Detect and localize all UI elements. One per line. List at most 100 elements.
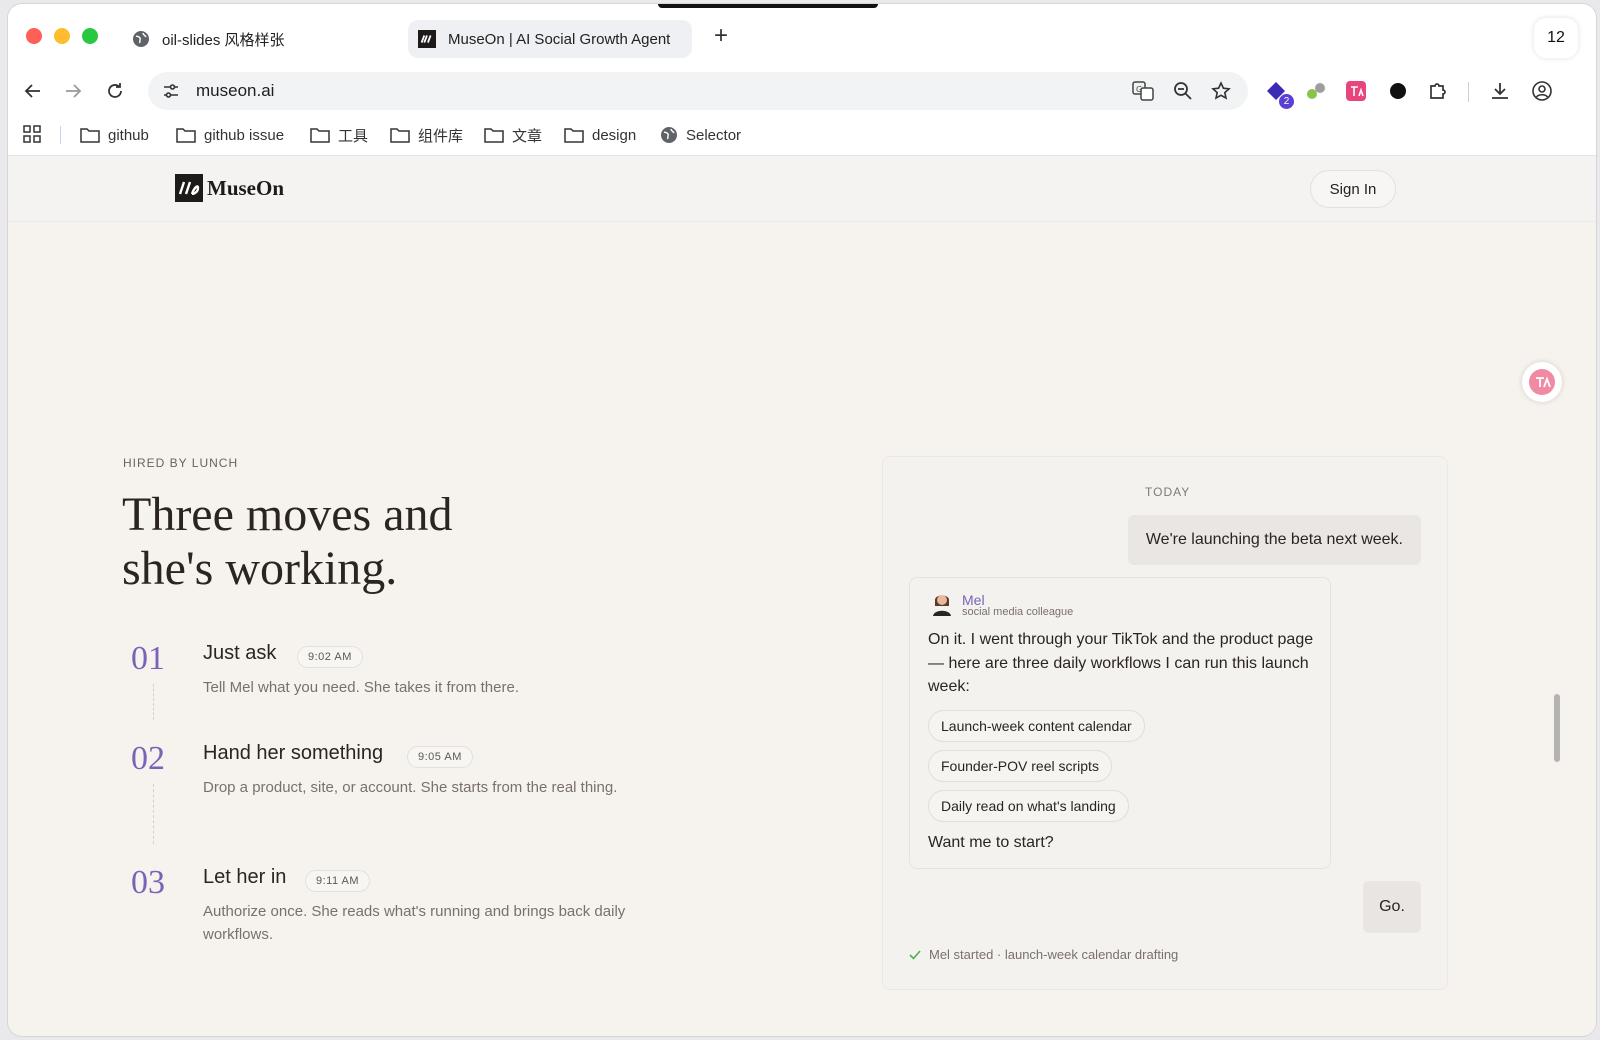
extensions-puzzle-icon[interactable] (1426, 79, 1450, 103)
floating-translate-button[interactable] (1522, 362, 1562, 402)
folder-icon (390, 128, 410, 143)
agent-status: Mel started · launch-week calendar draft… (909, 947, 1178, 962)
headline-line-2: she's working. (122, 542, 398, 595)
bookmark-label: design (592, 126, 637, 144)
step-time-badge: 9:11 AM (305, 870, 371, 892)
chat-day-label: TODAY (1145, 485, 1191, 499)
step-time-badge: 9:02 AM (297, 646, 363, 668)
forward-button[interactable] (60, 78, 86, 104)
globe-icon (661, 127, 677, 143)
minimize-window-button[interactable] (54, 28, 70, 44)
toolbar-divider (1468, 82, 1469, 102)
bookmarks-divider (60, 126, 61, 144)
agent-role: social media colleague (962, 606, 1074, 618)
step-number: 03 (131, 864, 165, 901)
user-message-bubble: We're launching the beta next week. (1127, 515, 1421, 565)
bookmark-label: github issue (204, 126, 285, 144)
folder-icon (564, 128, 584, 143)
workflow-chip-reel-scripts[interactable]: Founder-POV reel scripts (928, 750, 1112, 782)
step-title: Just ask (203, 642, 277, 664)
zoom-icon[interactable] (1172, 80, 1194, 102)
profile-icon[interactable] (1530, 79, 1554, 103)
step-description: Authorize once. She reads what's running… (203, 903, 626, 943)
step-title: Let her in (203, 866, 287, 888)
reply-go-bubble: Go. (1363, 881, 1421, 933)
bookmark-github-issue[interactable]: github issue (176, 122, 284, 148)
bookmark-label: Selector (686, 126, 742, 144)
check-icon (909, 949, 921, 960)
sign-in-button[interactable]: Sign In (1310, 170, 1396, 208)
extension-puzzle-green-icon[interactable] (1304, 79, 1328, 103)
arrow-left-icon (24, 84, 40, 98)
agent-message-text: On it. I went through your TikTok and th… (928, 631, 1314, 695)
address-bar[interactable]: museon.ai G (148, 72, 1248, 110)
bookmarks-bar: github github issue 工具 组件库 文章 design Sel… (8, 114, 1596, 156)
museon-favicon-icon (418, 30, 436, 48)
apps-grid-icon[interactable] (22, 124, 44, 146)
back-button[interactable] (20, 78, 46, 104)
maximize-window-button[interactable] (82, 28, 98, 44)
site-settings-icon[interactable] (160, 80, 182, 102)
step-description: Tell Mel what you need. She takes it fro… (203, 679, 519, 696)
step-title: Hand her something (203, 742, 384, 764)
bookmark-components[interactable]: 组件库 (390, 122, 463, 148)
step-connector (153, 784, 154, 844)
museon-logo-icon (175, 174, 203, 202)
folder-icon (310, 128, 330, 143)
site-header: MuseOn Sign In (8, 156, 1596, 222)
svg-text:G: G (1136, 85, 1142, 94)
workflow-chip-calendar[interactable]: Launch-week content calendar (928, 710, 1145, 742)
step-time-badge: 9:05 AM (407, 746, 473, 768)
hero-headline: Three moves and she's working. (122, 488, 682, 596)
folder-icon (176, 128, 196, 143)
bookmark-label: 工具 (338, 127, 369, 145)
browser-toolbar: museon.ai G 2 (8, 68, 1596, 114)
tab-title: oil-slides 风格样张 (162, 31, 285, 49)
extension-diamond-icon[interactable]: 2 (1264, 79, 1294, 109)
bookmark-star-icon[interactable] (1210, 80, 1232, 102)
agent-status-text: Mel started · launch-week calendar draft… (929, 947, 1179, 962)
extension-badge: 2 (1279, 94, 1294, 109)
step-description: Drop a product, site, or account. She st… (203, 779, 618, 796)
folder-icon (80, 128, 100, 143)
arrow-right-icon (66, 84, 82, 98)
bookmark-label: 文章 (512, 127, 543, 145)
browser-window: oil-slides 风格样张 MuseOn | AI Social Growt… (8, 4, 1596, 1036)
page-scrollbar[interactable] (1554, 694, 1560, 762)
close-window-button[interactable] (26, 28, 42, 44)
tab-title: MuseOn | AI Social Growth Agent (448, 30, 671, 48)
hero-eyebrow: HIRED BY LUNCH (123, 456, 239, 470)
bookmark-github[interactable]: github (80, 122, 149, 148)
agent-question: Want me to start? (928, 834, 1054, 851)
url-text[interactable]: museon.ai (196, 81, 274, 101)
reload-button[interactable] (102, 78, 128, 104)
tab-count-badge[interactable]: 12 (1534, 18, 1578, 58)
bookmark-design[interactable]: design (564, 122, 636, 148)
agent-message-card: Mel social media colleague On it. I went… (909, 577, 1331, 869)
bookmark-label: 组件库 (418, 127, 464, 145)
chat-demo-card: TODAY We're launching the beta next week… (882, 456, 1448, 990)
mel-avatar (930, 590, 954, 616)
bookmark-articles[interactable]: 文章 (484, 122, 542, 148)
new-tab-button[interactable]: + (708, 24, 734, 50)
headline-line-1: Three moves and (122, 488, 453, 541)
site-logo[interactable]: MuseOn (175, 174, 284, 202)
download-icon[interactable] (1488, 79, 1512, 103)
globe-icon (132, 30, 150, 48)
bookmark-tools[interactable]: 工具 (310, 122, 368, 148)
translate-icon[interactable]: G (1132, 80, 1154, 102)
workflow-chip-daily-read[interactable]: Daily read on what's landing (928, 790, 1129, 822)
step-number: 02 (131, 740, 165, 777)
page-content: MuseOn Sign In HIRED BY LUNCH Three move… (8, 156, 1596, 1036)
bookmark-label: github (108, 126, 149, 144)
tab-oil-slides[interactable]: oil-slides 风格样张 (122, 20, 402, 58)
extension-translate-pink-icon[interactable] (1344, 79, 1368, 103)
extension-dot-icon[interactable] (1386, 79, 1410, 103)
logo-text: MuseOn (207, 175, 285, 200)
bookmark-selector[interactable]: Selector (660, 122, 741, 148)
tab-museon[interactable]: MuseOn | AI Social Growth Agent (408, 20, 692, 58)
camera-notch (658, 4, 878, 8)
tab-strip: oil-slides 风格样张 MuseOn | AI Social Growt… (8, 4, 1596, 68)
reload-icon (108, 83, 122, 98)
step-connector (153, 684, 154, 720)
